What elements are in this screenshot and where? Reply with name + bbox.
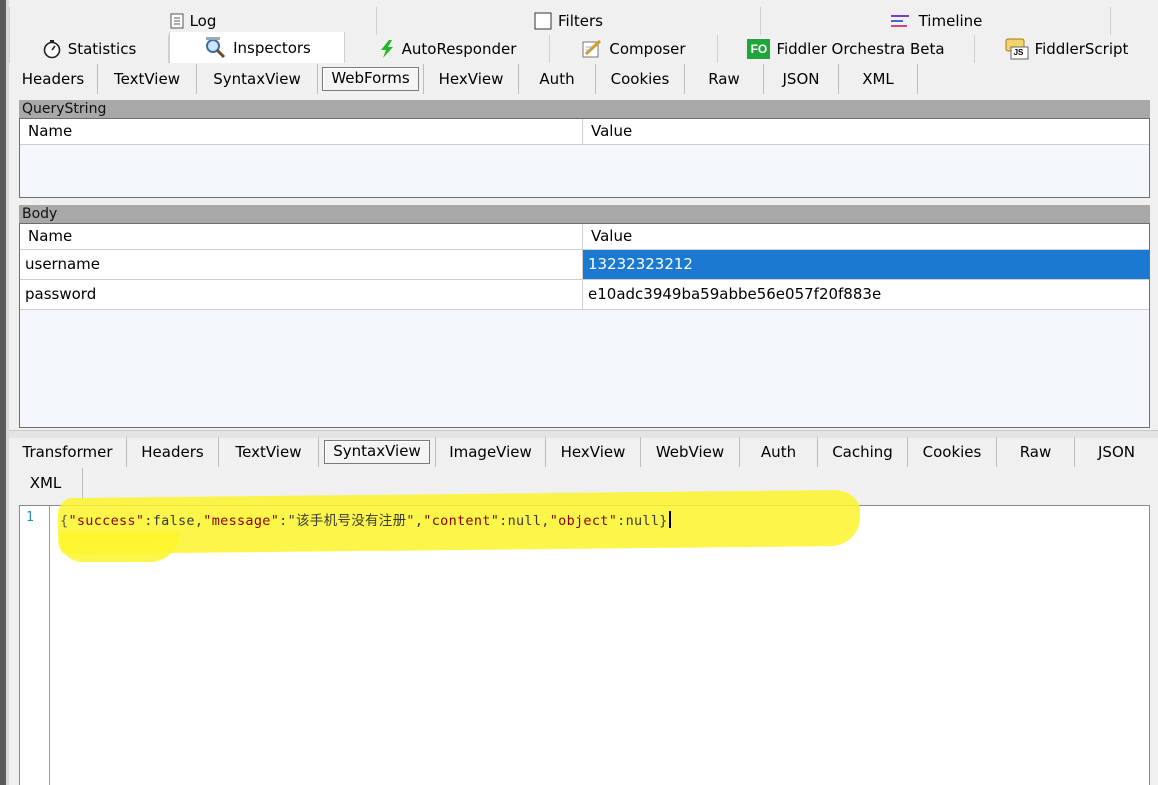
body-grid[interactable]: Name Value username 13232323212 password… — [19, 223, 1150, 428]
body-header: Body — [19, 205, 1150, 223]
json-token: "object" — [549, 513, 618, 529]
tab-inspectors[interactable]: Inspectors — [169, 32, 345, 63]
window-left-border-inner — [6, 0, 9, 785]
lightning-icon — [378, 39, 396, 59]
tab-log-label: Log — [189, 12, 217, 30]
res-tab-xml[interactable]: XML — [9, 468, 83, 498]
js-script-icon: JS — [1005, 38, 1029, 60]
json-token: "content" — [423, 513, 500, 529]
row-value-cell[interactable]: 13232323212 — [583, 250, 1149, 279]
json-token: :null} — [617, 513, 668, 529]
querystring-grid-header: Name Value — [20, 119, 1149, 145]
json-token: "message" — [203, 513, 280, 529]
querystring-grid[interactable]: Name Value — [19, 118, 1150, 198]
syntax-editor[interactable]: 1 {"success":false,"message":"该手机号没有注册",… — [19, 489, 1150, 785]
text-caret — [668, 511, 671, 528]
tab-timeline-label: Timeline — [918, 12, 983, 30]
res-tab-auth[interactable]: Auth — [740, 437, 818, 467]
tab-log[interactable]: Log — [9, 7, 377, 35]
tab-inspectors-label: Inspectors — [233, 38, 311, 57]
tab-filters[interactable]: Filters — [377, 7, 761, 35]
req-tab-json[interactable]: JSON — [764, 64, 839, 94]
qs-col-name[interactable]: Name — [20, 119, 583, 144]
res-tab-headers[interactable]: Headers — [127, 437, 219, 467]
req-tab-syntaxview[interactable]: SyntaxView — [197, 64, 318, 94]
req-tab-xml[interactable]: XML — [839, 64, 918, 94]
composer-pencil-icon — [581, 39, 603, 59]
tab-filters-label: Filters — [558, 12, 603, 30]
tab-fiddler-orchestra[interactable]: FO Fiddler Orchestra Beta — [718, 35, 975, 63]
req-tab-headers[interactable]: Headers — [9, 64, 98, 94]
tab-fiddlerscript-label: FiddlerScript — [1034, 40, 1129, 58]
req-tab-auth[interactable]: Auth — [519, 64, 596, 94]
tab-statistics[interactable]: Statistics — [9, 35, 169, 63]
tab-autoresponder[interactable]: AutoResponder — [345, 35, 550, 63]
stopwatch-icon — [42, 39, 62, 59]
req-tab-raw[interactable]: Raw — [685, 64, 764, 94]
res-tab-webview[interactable]: WebView — [641, 437, 740, 467]
tab-fiddlerscript[interactable]: JS FiddlerScript — [975, 35, 1158, 63]
tab-fiddler-orchestra-label: Fiddler Orchestra Beta — [776, 40, 945, 58]
res-tab-raw[interactable]: Raw — [997, 437, 1075, 467]
json-token: :"该手机号没有注册", — [279, 513, 424, 529]
json-token: :false, — [144, 513, 204, 529]
row-value-cell[interactable]: e10adc3949ba59abbe56e057f20f883e — [583, 280, 1149, 309]
body-col-name[interactable]: Name — [20, 224, 583, 249]
fo-icon: FO — [747, 39, 771, 59]
row-name-cell[interactable]: password — [20, 280, 583, 309]
tab-composer-label: Composer — [609, 40, 686, 58]
req-tab-cookies[interactable]: Cookies — [596, 64, 685, 94]
inspectors-magnifier-icon — [203, 36, 227, 59]
line-number: 1 — [26, 510, 34, 525]
table-row[interactable]: username 13232323212 — [20, 250, 1149, 280]
res-tab-imageview[interactable]: ImageView — [436, 437, 546, 467]
json-response-line[interactable]: {"success":false,"message":"该手机号没有注册","c… — [60, 509, 671, 529]
res-tab-transformer[interactable]: Transformer — [9, 437, 127, 467]
res-tab-cookies[interactable]: Cookies — [908, 437, 997, 467]
row-name-cell[interactable]: username — [20, 250, 583, 279]
req-tab-textview[interactable]: TextView — [98, 64, 197, 94]
json-token: "success" — [68, 513, 145, 529]
req-tab-webforms[interactable]: WebForms — [318, 64, 424, 94]
res-tab-syntaxview[interactable]: SyntaxView — [319, 437, 436, 467]
qs-col-value[interactable]: Value — [583, 119, 1149, 144]
res-tab-json[interactable]: JSON — [1075, 437, 1158, 467]
body-col-value[interactable]: Value — [583, 224, 1149, 249]
tab-statistics-label: Statistics — [67, 40, 137, 58]
yellow-highlight-annotation-tail — [60, 532, 180, 562]
response-inspector-tabs-row2: XML — [9, 468, 209, 498]
timeline-icon — [889, 13, 913, 29]
line-number-gutter: 1 — [20, 506, 50, 785]
tab-composer[interactable]: Composer — [550, 35, 718, 63]
querystring-header: QueryString — [19, 100, 1150, 118]
body-grid-header: Name Value — [20, 224, 1149, 250]
log-icon — [170, 13, 184, 29]
json-token: :null, — [499, 513, 550, 529]
req-tab-hexview[interactable]: HexView — [424, 64, 519, 94]
tab-autoresponder-label: AutoResponder — [401, 40, 517, 58]
top-tab-row-2: Statistics Inspectors AutoResponder Comp… — [9, 32, 1158, 63]
tab-timeline[interactable]: Timeline — [761, 7, 1111, 35]
res-tab-textview[interactable]: TextView — [219, 437, 319, 467]
request-inspector-tabs: Headers TextView SyntaxView WebForms Hex… — [9, 64, 1158, 94]
filters-checkbox-icon — [534, 12, 552, 30]
table-row[interactable]: password e10adc3949ba59abbe56e057f20f883… — [20, 280, 1149, 310]
response-inspector-tabs: Transformer Headers TextView SyntaxView … — [9, 437, 1158, 467]
res-tab-caching[interactable]: Caching — [818, 437, 908, 467]
res-tab-hexview[interactable]: HexView — [546, 437, 641, 467]
top-tab-row-1: Log Filters Timeline — [9, 7, 1158, 35]
